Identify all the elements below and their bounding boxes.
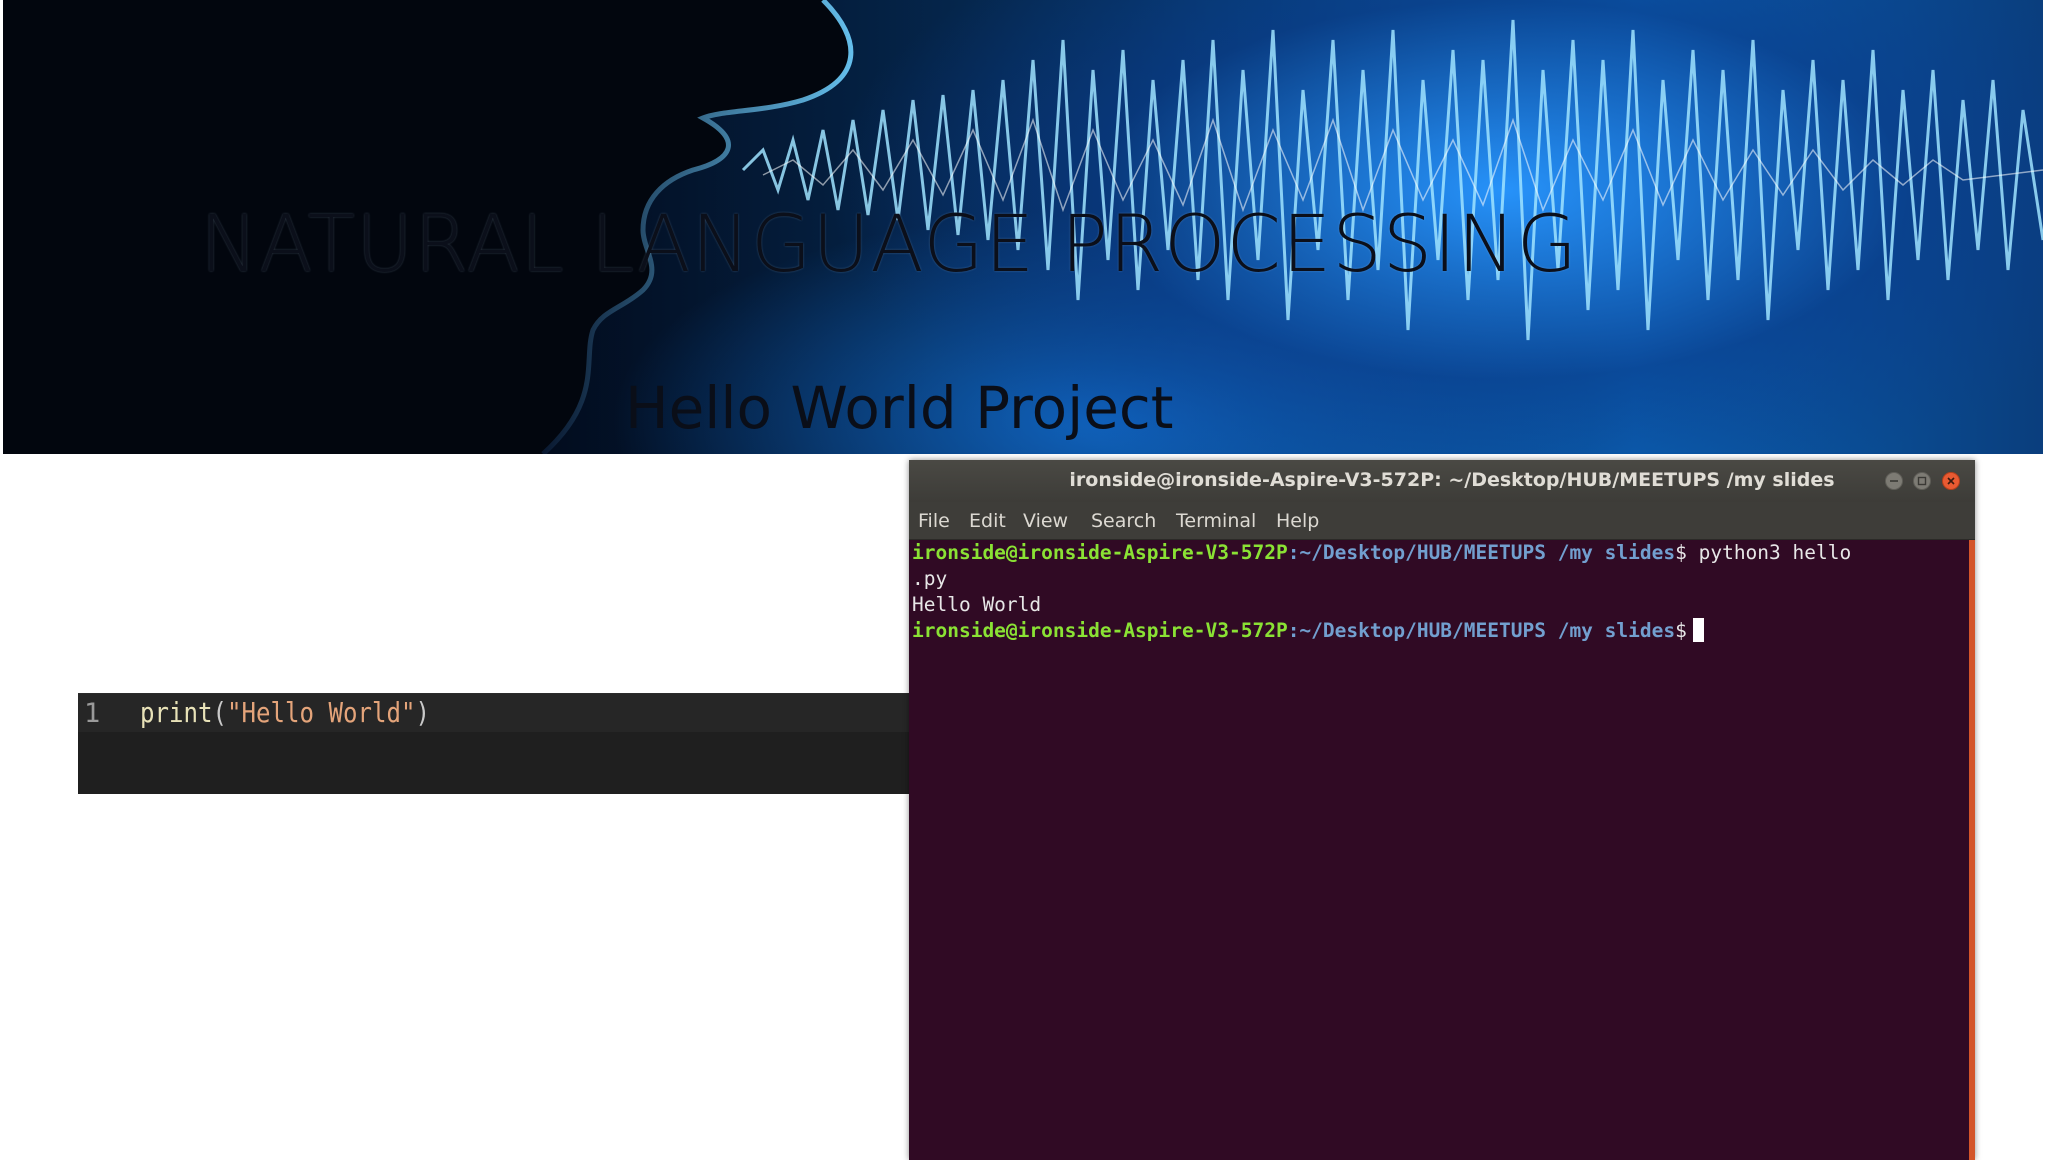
minimize-button[interactable]	[1885, 472, 1903, 490]
close-icon	[1947, 477, 1955, 485]
terminal-cursor	[1692, 618, 1704, 642]
terminal-line-prompt: ironside@ironside-Aspire-V3-572P:~/Deskt…	[912, 618, 1704, 644]
terminal-window[interactable]: ironside@ironside-Aspire-V3-572P: ~/Desk…	[909, 460, 1975, 1160]
menu-terminal[interactable]: Terminal	[1176, 510, 1256, 532]
terminal-title: ironside@ironside-Aspire-V3-572P: ~/Desk…	[1069, 469, 1835, 491]
terminal-line-output: Hello World	[912, 593, 1042, 616]
prompt-user: ironside@ironside-Aspire-V3-572P	[912, 541, 1288, 564]
slide-title: NATURAL LANGUAGE PROCESSING	[199, 200, 1579, 290]
maximize-button[interactable]	[1913, 472, 1931, 490]
code-open-paren: (	[212, 696, 227, 729]
menu-file[interactable]: File	[918, 510, 950, 532]
command-text: python3 hello	[1686, 541, 1852, 564]
menu-edit[interactable]: Edit	[969, 510, 1006, 532]
slide-subtitle: Hello World Project	[625, 374, 1174, 442]
menu-help[interactable]: Help	[1276, 510, 1319, 532]
terminal-line-command-wrap: .py	[912, 567, 948, 590]
prompt-path: :~/Desktop/HUB/MEETUPS /my slides	[1287, 619, 1676, 642]
prompt-user: ironside@ironside-Aspire-V3-572P	[912, 619, 1288, 642]
menu-search[interactable]: Search	[1091, 510, 1156, 532]
code-editor-snippet: 1 print("Hello World")	[78, 693, 910, 794]
maximize-icon	[1917, 476, 1927, 486]
code-line[interactable]: print("Hello World")	[140, 696, 430, 729]
line-number: 1	[84, 698, 101, 729]
terminal-line-command: ironside@ironside-Aspire-V3-572P:~/Deskt…	[912, 540, 1851, 566]
slide-banner: NATURAL LANGUAGE PROCESSING Hello World …	[3, 0, 2043, 454]
close-button[interactable]	[1942, 472, 1960, 490]
terminal-menubar: File Edit View Search Terminal Help	[909, 502, 1975, 540]
menu-view[interactable]: View	[1023, 510, 1068, 532]
terminal-output[interactable]: ironside@ironside-Aspire-V3-572P:~/Deskt…	[909, 540, 1963, 1160]
code-string: "Hello World"	[226, 696, 416, 729]
code-function: print	[140, 696, 213, 729]
code-close-paren: )	[415, 696, 430, 729]
terminal-scrollbar-edge[interactable]	[1969, 540, 1975, 1160]
minimize-icon	[1890, 480, 1898, 482]
prompt-symbol: $	[1675, 541, 1687, 564]
prompt-path: :~/Desktop/HUB/MEETUPS /my slides	[1287, 541, 1676, 564]
terminal-titlebar[interactable]: ironside@ironside-Aspire-V3-572P: ~/Desk…	[909, 460, 1975, 502]
prompt-symbol: $	[1675, 619, 1687, 642]
